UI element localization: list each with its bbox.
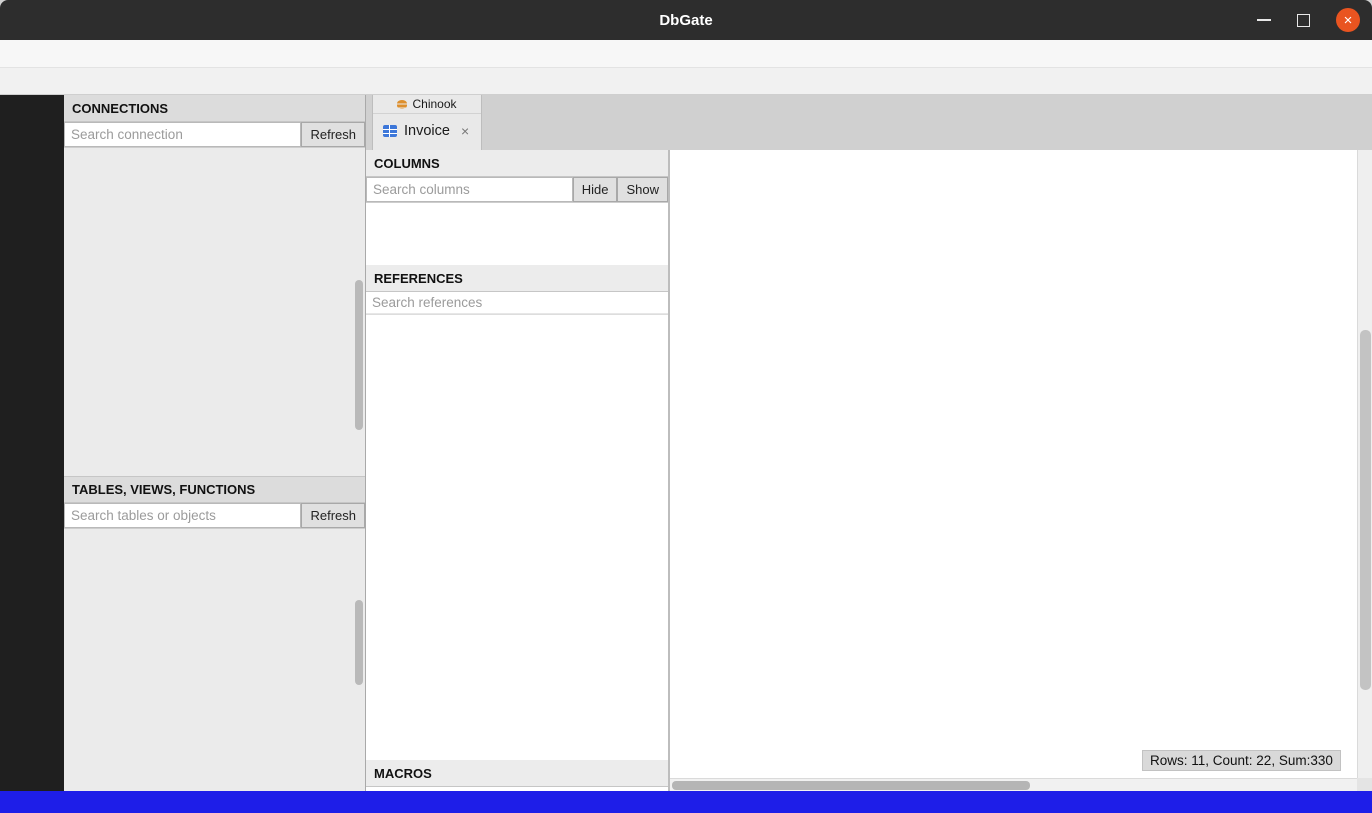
selection-stats-tooltip: Rows: 11, Count: 22, Sum:330 bbox=[1142, 750, 1341, 771]
references-header: REFERENCES bbox=[366, 265, 668, 292]
connections-header: CONNECTIONS bbox=[64, 95, 365, 122]
tab-group-text: Chinook bbox=[412, 97, 456, 111]
tables-list bbox=[64, 529, 365, 790]
macros-header: MACROS bbox=[366, 760, 668, 787]
titlebar: DbGate × bbox=[0, 0, 1372, 40]
toolbar bbox=[0, 68, 1372, 95]
references-search-row bbox=[366, 292, 668, 315]
dbgate-window: DbGate × CONNECTIONS Refresh TABLES, VIE… bbox=[0, 0, 1372, 813]
connections-list bbox=[64, 148, 365, 476]
tab-label: Invoice bbox=[404, 123, 450, 139]
window-title: DbGate bbox=[659, 12, 712, 29]
data-grid bbox=[670, 150, 1357, 778]
middle-panel: COLUMNS Hide Show REFERENCES MACROS bbox=[366, 150, 670, 791]
close-button[interactable]: × bbox=[1336, 8, 1360, 32]
tab-close-icon[interactable]: × bbox=[461, 123, 469, 139]
columns-list bbox=[366, 203, 668, 209]
statusbar bbox=[0, 791, 1372, 813]
tables-search-input[interactable] bbox=[64, 503, 301, 528]
hscroll-thumb[interactable] bbox=[672, 781, 1030, 790]
references-search-input[interactable] bbox=[366, 292, 668, 314]
table-icon bbox=[383, 125, 397, 137]
grid-vertical-scrollbar[interactable] bbox=[1357, 150, 1372, 778]
tables-panel-header: TABLES, VIEWS, FUNCTIONS bbox=[64, 476, 365, 503]
columns-header: COLUMNS bbox=[366, 150, 668, 177]
connection-search-input[interactable] bbox=[64, 122, 301, 147]
database-icon bbox=[397, 100, 407, 109]
connections-search-row: Refresh bbox=[64, 122, 365, 148]
minimize-button[interactable] bbox=[1257, 19, 1271, 21]
columns-search-input[interactable] bbox=[366, 177, 573, 202]
tables-scrollbar[interactable] bbox=[355, 600, 363, 685]
window-controls: × bbox=[1257, 0, 1360, 40]
connections-scrollbar[interactable] bbox=[355, 280, 363, 430]
tab-group-label: Chinook bbox=[373, 95, 481, 114]
show-button[interactable]: Show bbox=[617, 177, 668, 202]
tab-main[interactable]: Invoice × bbox=[373, 114, 481, 148]
menubar bbox=[0, 40, 1372, 68]
left-rail bbox=[0, 95, 64, 791]
grid-horizontal-scrollbar[interactable] bbox=[670, 778, 1357, 791]
hide-button[interactable]: Hide bbox=[573, 177, 618, 202]
vscroll-thumb[interactable] bbox=[1360, 330, 1371, 690]
maximize-button[interactable] bbox=[1297, 14, 1310, 27]
left-panel: CONNECTIONS Refresh TABLES, VIEWS, FUNCT… bbox=[64, 95, 366, 791]
tab-invoice[interactable]: Chinook Invoice × bbox=[372, 95, 482, 150]
columns-search-row: Hide Show bbox=[366, 177, 668, 203]
tables-search-row: Refresh bbox=[64, 503, 365, 529]
tables-refresh-button[interactable]: Refresh bbox=[301, 503, 365, 528]
tab-strip: Chinook Invoice × bbox=[366, 95, 1372, 150]
connections-refresh-button[interactable]: Refresh bbox=[301, 122, 365, 147]
scrollbar-corner bbox=[1357, 778, 1372, 791]
